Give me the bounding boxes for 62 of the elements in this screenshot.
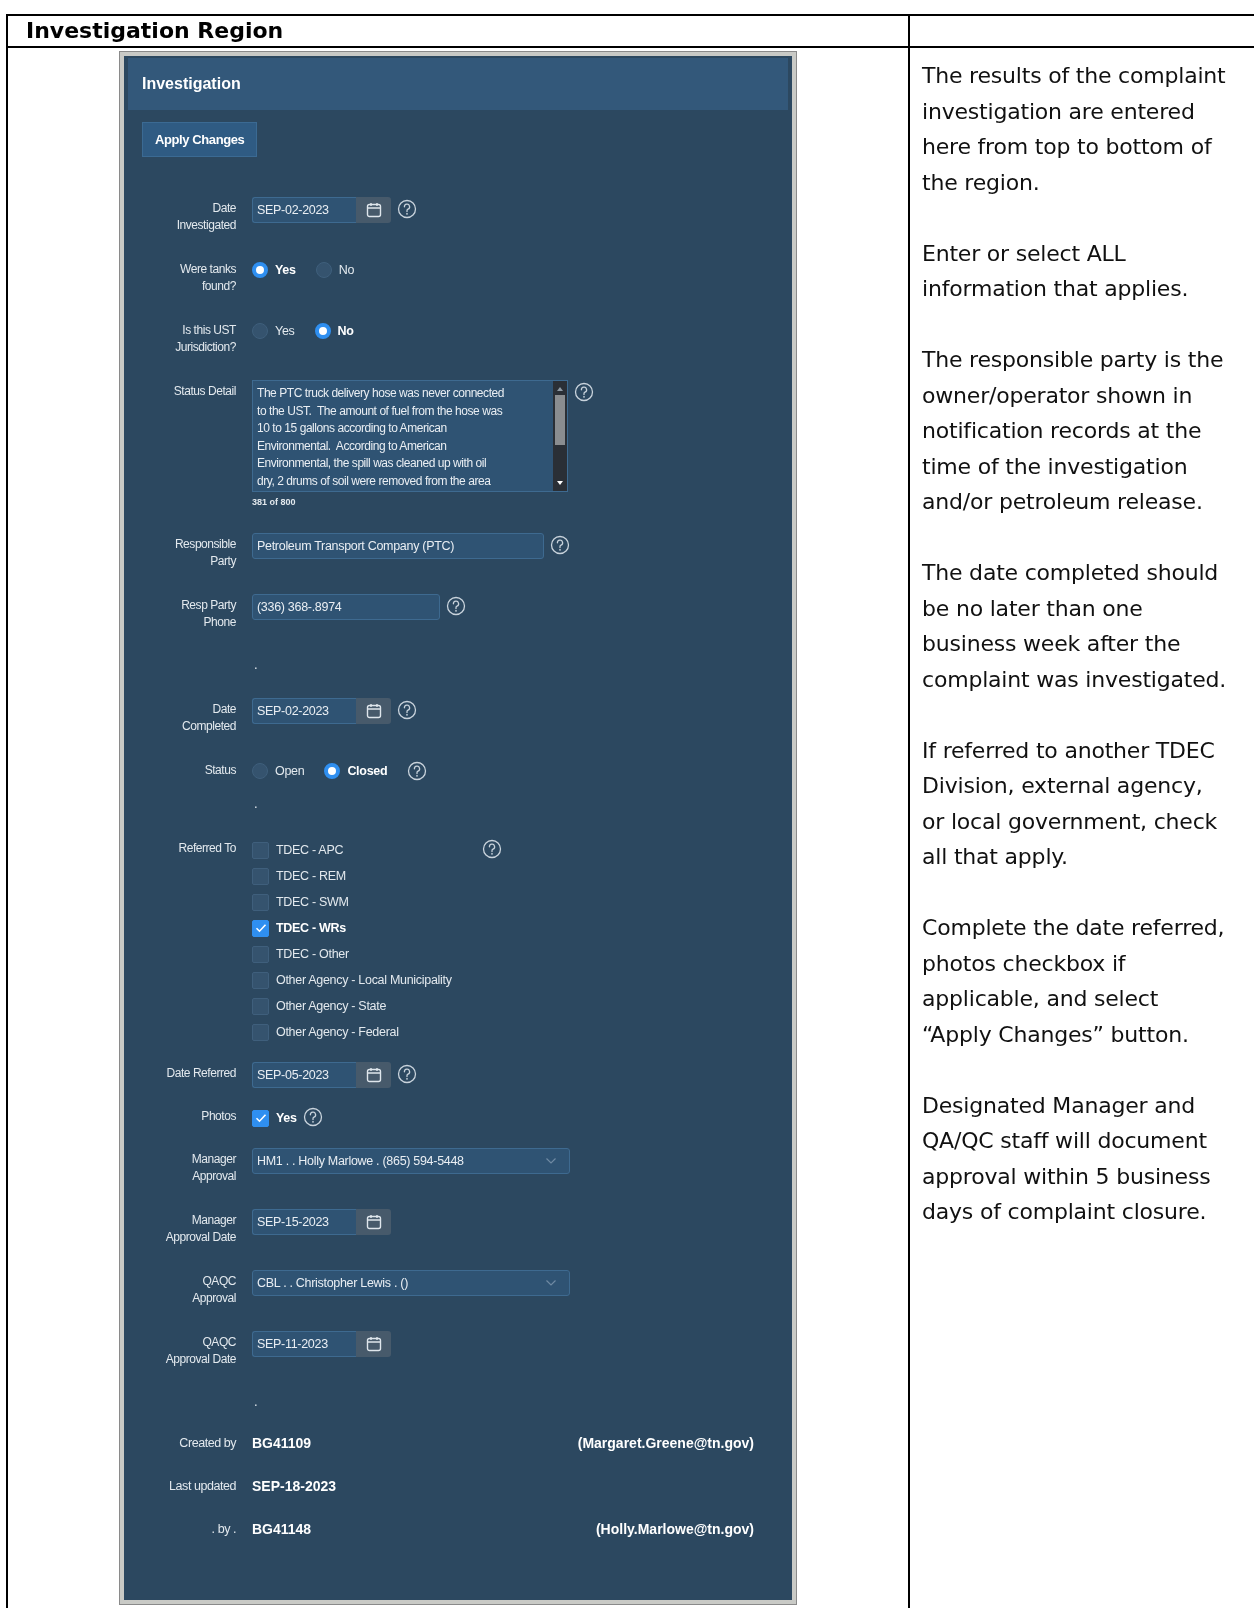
dropdown[interactable]: HM1 . . Holly Marlowe . (865) 594-5448	[252, 1148, 570, 1174]
email-text: (Holly.Marlowe@tn.gov)	[595, 1521, 754, 1537]
instruction-text: The results of the complaint investigation are entered here from top to bottom of the region.	[922, 62, 1227, 197]
instruction-text: Enter or select ALL information that applies.	[922, 239, 1190, 303]
option-label[interactable]: Yes	[275, 324, 295, 338]
date-field[interactable]: SEP-11-2023	[252, 1331, 356, 1357]
date-field[interactable]: SEP-15-2023	[252, 1209, 356, 1235]
field-label: Status Detail	[172, 383, 236, 400]
dot-text: .	[254, 1394, 258, 1409]
dot-text: .	[254, 657, 258, 672]
option-label[interactable]: Closed	[347, 764, 388, 778]
instruction-text: The responsible party is the owner/operator shown in notification records at the time of the investigation and/or petroleum release.	[922, 346, 1225, 516]
option-label[interactable]: Open	[275, 764, 305, 778]
info-value: BG41148	[252, 1521, 312, 1537]
field-label: Created by	[178, 1435, 236, 1452]
instruction-text: If referred to another TDEC Division, external agency, or local government, check all that apply.	[922, 736, 1219, 871]
field-label: Date Referred	[165, 1065, 236, 1082]
input-field[interactable]: (336) 368-.8974	[252, 594, 440, 620]
option-label[interactable]: No	[337, 324, 354, 338]
table-heading: Investigation Region	[8, 16, 910, 46]
field-label: QAQC Approval	[191, 1273, 236, 1307]
info-value: SEP-18-2023	[252, 1478, 337, 1494]
instruction-text: Designated Manager and QA/QC staff will document approval within 5 business days of complaint closure.	[922, 1091, 1212, 1226]
field-label: . by .	[210, 1521, 236, 1538]
checkbox-label[interactable]: Other Agency - Local Municipality	[276, 973, 452, 987]
field-label: Last updated	[168, 1478, 236, 1495]
field-label: Were tanks found?	[179, 261, 236, 295]
option-label[interactable]: Yes	[275, 263, 296, 277]
checkbox-label[interactable]: TDEC - SWM	[276, 895, 349, 909]
field-label: QAQC Approval Date	[164, 1334, 236, 1368]
field-label: Status	[203, 762, 236, 779]
instruction-text: Complete the date referred, photos checkbox if applicable, and select “Apply Changes” button.	[922, 914, 1226, 1049]
date-field[interactable]: SEP-02-2023	[252, 197, 356, 223]
date-field[interactable]: SEP-02-2023	[252, 698, 356, 724]
checkbox-label[interactable]: TDEC - REM	[276, 869, 346, 883]
email-text: (Margaret.Greene@tn.gov)	[577, 1435, 754, 1451]
field-label: Manager Approval	[190, 1151, 236, 1185]
field-label: Referred To	[177, 840, 236, 857]
character-counter: 381 of 800	[252, 497, 297, 507]
checkbox-label[interactable]: TDEC - APC	[276, 843, 344, 857]
checkbox-label[interactable]: Other Agency - State	[276, 999, 387, 1013]
field-label: Resp Party Phone	[180, 597, 236, 631]
checkbox-label[interactable]: Other Agency - Federal	[276, 1025, 399, 1039]
field-label: Is this UST Jurisdiction?	[174, 322, 236, 356]
instruction-text: The date completed should be no later than one business week after the complaint was investigated.	[922, 559, 1228, 694]
field-label: Responsible Party	[173, 536, 236, 570]
text-area[interactable]: The PTC truck delivery hose was never connected to the UST. The amount of fuel from the hose was 10 to 15 gallons according to American Environmental. According to American Environmental, the spill was cleaned up with oil dry, 2 drums of soil were removed from the area	[252, 380, 568, 492]
option-label[interactable]: No	[338, 263, 355, 277]
checkbox-label[interactable]: TDEC - Other	[276, 947, 349, 961]
dot-text: .	[254, 796, 258, 811]
field-label: Photos	[200, 1108, 236, 1125]
info-value: BG41109	[252, 1435, 312, 1451]
field-label: Date Investigated	[175, 200, 236, 234]
apply-changes-button[interactable]: Apply Changes	[142, 122, 258, 157]
input-field[interactable]: Petroleum Transport Company (PTC)	[252, 533, 544, 559]
checkbox-label[interactable]: TDEC - WRs	[276, 921, 346, 935]
checkbox-label[interactable]: Yes	[276, 1111, 297, 1125]
dropdown[interactable]: CBL . . Christopher Lewis . ()	[252, 1270, 570, 1296]
panel-title: Investigation	[142, 75, 241, 93]
field-label: Manager Approval Date	[164, 1212, 236, 1246]
field-label: Date Completed	[181, 701, 236, 735]
date-field[interactable]: SEP-05-2023	[252, 1062, 356, 1088]
